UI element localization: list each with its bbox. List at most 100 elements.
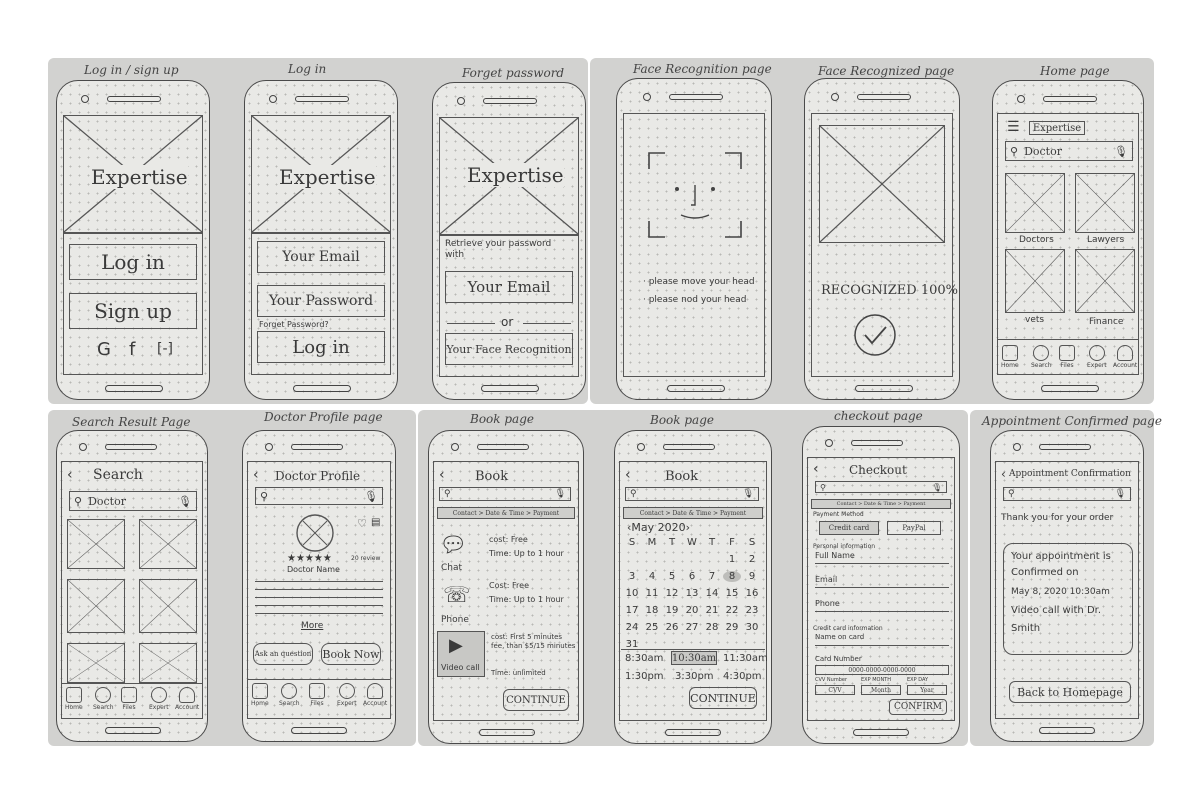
face-id-login-icon[interactable]: [-] — [157, 341, 173, 357]
calendar-day[interactable]: 10 — [623, 588, 641, 599]
result-card[interactable] — [67, 519, 125, 569]
paypal-option[interactable]: PayPal — [887, 521, 941, 535]
calendar-day[interactable]: 6 — [683, 571, 701, 582]
tab-files[interactable]: Files — [309, 683, 325, 707]
login-button[interactable]: Log in — [257, 331, 385, 363]
calendar-day[interactable]: 2 — [743, 554, 761, 565]
tab-account[interactable]: Account — [175, 687, 199, 711]
full-name-field[interactable] — [815, 563, 949, 564]
calendar-day[interactable]: 22 — [723, 605, 741, 616]
mic-icon[interactable]: 🎙︎ — [555, 489, 566, 499]
calendar-day[interactable]: 12 — [663, 588, 681, 599]
category-label[interactable]: Lawyers — [1087, 235, 1124, 245]
tab-search[interactable]: Search — [279, 683, 300, 707]
tab-home[interactable]: Home — [251, 683, 269, 707]
email-field[interactable] — [815, 587, 949, 588]
calendar-day[interactable]: 25 — [643, 622, 661, 633]
result-card[interactable] — [139, 579, 197, 633]
tab-expert[interactable]: Expert — [149, 687, 169, 711]
calendar-day[interactable]: 13 — [683, 588, 701, 599]
calendar-day[interactable]: 14 — [703, 588, 721, 599]
tab-search[interactable]: Search — [1031, 345, 1052, 369]
search-input[interactable]: ⚲ Doctor 🎙︎ — [69, 491, 197, 511]
search-input[interactable]: ⚲ 🎙︎ — [439, 487, 571, 501]
time-slot[interactable]: 3:30pm — [675, 671, 714, 682]
calendar-day[interactable]: 1 — [723, 554, 741, 565]
credit-card-option[interactable]: Credit card — [819, 521, 879, 535]
calendar-day[interactable]: 27 — [683, 622, 701, 633]
calendar-day[interactable]: 15 — [723, 588, 741, 599]
signup-button[interactable]: Sign up — [69, 293, 197, 329]
forget-password-link[interactable]: Forget Password? — [259, 320, 329, 329]
back-icon[interactable]: ‹ — [813, 461, 819, 477]
mic-icon[interactable]: 🎙︎ — [1115, 489, 1126, 499]
mic-icon[interactable]: 🎙︎ — [1114, 145, 1128, 158]
email-field[interactable]: Your Email — [257, 241, 385, 273]
year-select[interactable]: Year — [907, 685, 947, 695]
login-button[interactable]: Log in — [69, 244, 197, 280]
tab-home[interactable]: Home — [1001, 345, 1019, 369]
back-icon[interactable]: ‹ — [253, 467, 259, 483]
calendar-day[interactable]: 30 — [743, 622, 761, 633]
cvv-field[interactable]: CVV — [815, 685, 855, 695]
time-slot[interactable]: 8:30am — [625, 653, 663, 664]
calendar-day[interactable]: 7 — [703, 571, 721, 582]
calendar-day[interactable]: 18 — [643, 605, 661, 616]
tab-expert[interactable]: Expert — [337, 683, 357, 707]
calendar-day[interactable]: 16 — [743, 588, 761, 599]
search-input[interactable]: ⚲ Doctor 🎙︎ — [1005, 141, 1133, 161]
calendar-day[interactable]: 28 — [703, 622, 721, 633]
calendar-day-selected[interactable]: 8 — [723, 571, 741, 582]
calendar-day[interactable]: 29 — [723, 622, 741, 633]
time-slot[interactable]: 1:30pm — [625, 671, 664, 682]
tab-account[interactable]: Account — [363, 683, 387, 707]
tab-expert[interactable]: Expert — [1087, 345, 1107, 369]
time-slot[interactable]: 11:30am — [723, 653, 768, 664]
back-icon[interactable]: ‹ — [439, 467, 445, 483]
search-input[interactable]: ⚲ 🎙︎ — [815, 481, 947, 493]
category-label[interactable]: Doctors — [1019, 235, 1054, 245]
result-card[interactable] — [67, 643, 125, 683]
option-label[interactable]: Video call — [441, 663, 480, 672]
category-label[interactable]: Finance — [1089, 317, 1123, 327]
category-label[interactable]: vets — [1025, 315, 1044, 325]
result-card[interactable] — [139, 519, 197, 569]
option-label[interactable]: Phone — [441, 615, 469, 625]
continue-button[interactable]: CONTINUE — [689, 687, 757, 709]
time-slot-selected[interactable]: 10:30am — [671, 651, 717, 665]
calendar-day[interactable]: 4 — [643, 571, 661, 582]
tab-files[interactable]: Files — [1059, 345, 1075, 369]
category-image[interactable] — [1075, 173, 1135, 233]
back-to-homepage-button[interactable]: Back to Homepage — [1009, 681, 1131, 703]
back-icon[interactable]: ‹ — [67, 467, 73, 483]
ask-question-button[interactable]: Ask an question — [253, 643, 313, 665]
category-image[interactable] — [1005, 249, 1065, 313]
mic-icon[interactable]: 🎙︎ — [178, 495, 192, 508]
back-icon[interactable]: ‹ — [1001, 467, 1006, 481]
category-image[interactable] — [1075, 249, 1135, 313]
tab-files[interactable]: Files — [121, 687, 137, 711]
heart-icon[interactable]: ♡ — [357, 517, 367, 530]
calendar-day[interactable]: 5 — [663, 571, 681, 582]
time-slot[interactable]: 4:30pm — [723, 671, 762, 682]
phone-field[interactable] — [815, 611, 949, 612]
mic-icon[interactable]: 🎙︎ — [743, 489, 754, 499]
mic-icon[interactable]: 🎙︎ — [364, 490, 378, 503]
chat-icon[interactable]: 💬︎ — [439, 533, 467, 558]
calendar-day[interactable]: 17 — [623, 605, 641, 616]
tab-account[interactable]: Account — [1113, 345, 1137, 369]
book-now-button[interactable]: Book Now — [321, 643, 381, 665]
search-input[interactable]: ⚲ 🎙︎ — [255, 487, 383, 505]
month-select[interactable]: Month — [861, 685, 901, 695]
tab-home[interactable]: Home — [65, 687, 83, 711]
calendar-month[interactable]: ‹May 2020› — [627, 521, 690, 534]
name-on-card-field[interactable] — [815, 645, 949, 646]
password-field[interactable]: Your Password — [257, 285, 385, 317]
email-field[interactable]: Your Email — [445, 271, 573, 303]
face-recognition-option[interactable]: Your Face Recognition — [445, 333, 573, 365]
back-icon[interactable]: ‹ — [625, 467, 631, 483]
card-number-field[interactable]: 0000-0000-0000-0000 — [815, 665, 949, 675]
mic-icon[interactable]: 🎙︎ — [932, 483, 942, 492]
tab-search[interactable]: Search — [93, 687, 114, 711]
calendar-day[interactable]: 20 — [683, 605, 701, 616]
